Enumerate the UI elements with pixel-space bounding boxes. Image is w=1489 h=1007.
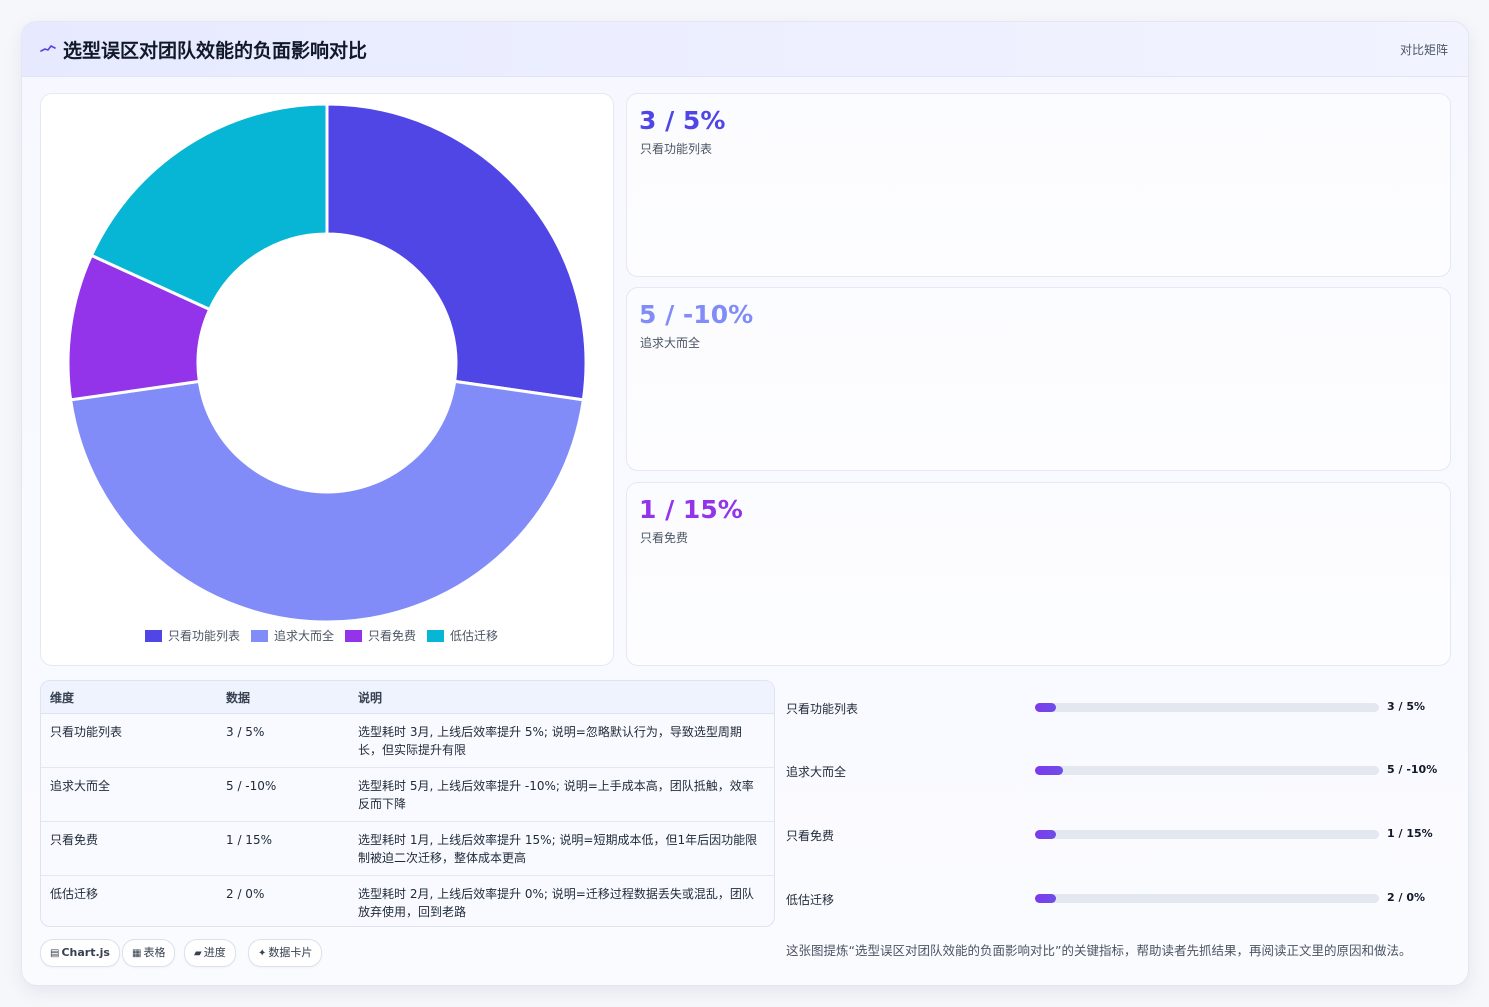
progress-fill	[1035, 894, 1056, 903]
progress-label: 低估迁移	[786, 893, 835, 907]
chip-label: 数据卡片	[268, 946, 313, 959]
chip-progress[interactable]: ▰ 进度	[184, 939, 236, 967]
progress-value: 5 / -10%	[1387, 763, 1438, 776]
progress-fill	[1035, 830, 1056, 839]
legend-label: 只看免费	[368, 628, 416, 643]
doughnut-slice[interactable]	[68, 379, 586, 624]
table-row: 追求大而全 5 / -10% 选型耗时 5月, 上线后效率提升 -10%; 说明…	[41, 767, 774, 822]
legend-label: 追求大而全	[274, 628, 334, 643]
table-row: 低估迁移 2 / 0% 选型耗时 2月, 上线后效率提升 0%; 说明=迁移过程…	[41, 876, 774, 927]
metric-card: 1 / 15% 只看免费	[626, 482, 1451, 666]
card-header: 选型误区对团队效能的负面影响对比 对比矩阵	[22, 22, 1468, 77]
summary-note: 这张图提炼“选型误区对团队效能的负面影响对比”的关键指标，帮助读者先抓结果，再阅…	[786, 943, 1412, 958]
progress-value: 2 / 0%	[1387, 891, 1426, 904]
table-cell: 追求大而全	[41, 767, 217, 822]
metric-value: 1 / 15%	[639, 495, 743, 524]
progress-icon: ▰	[194, 948, 202, 959]
metric-label: 只看免费	[640, 531, 689, 545]
table-header-row: 维度 数据 说明	[41, 681, 774, 714]
progress-label: 追求大而全	[786, 765, 847, 779]
table-cell: 只看功能列表	[41, 713, 217, 768]
doughnut-chart: 只看功能列表 追求大而全 只看免费 低估迁移	[66, 102, 588, 643]
progress-row: 低估迁移 2 / 0%	[786, 890, 1446, 910]
table-cell: 5 / -10%	[217, 767, 349, 822]
dashboard-card: 选型误区对团队效能的负面影响对比 对比矩阵 只看功能列表 追求大而全 只看免费 低估迁…	[21, 21, 1469, 986]
table-cell: 3 / 5%	[217, 713, 349, 768]
metric-card: 5 / -10% 追求大而全	[626, 287, 1451, 471]
metric-value: 3 / 5%	[639, 106, 726, 135]
progress-track	[1035, 703, 1379, 712]
progress-track	[1035, 766, 1379, 775]
chip-chartjs[interactable]: ▤ Chart.js	[40, 939, 120, 967]
progress-value: 3 / 5%	[1387, 700, 1426, 713]
legend-swatch	[145, 630, 162, 642]
metric-label: 只看功能列表	[640, 142, 713, 156]
progress-fill	[1035, 703, 1056, 712]
doughnut-chart-panel: 只看功能列表 追求大而全 只看免费 低估迁移	[40, 93, 614, 666]
table-row: 只看功能列表 3 / 5% 选型耗时 3月, 上线后效率提升 5%; 说明=忽略…	[41, 713, 774, 768]
chip-label: Chart.js	[61, 946, 110, 959]
progress-label: 只看功能列表	[786, 702, 859, 716]
legend-label: 低估迁移	[450, 629, 498, 643]
table-cell: 低估迁移	[50, 887, 99, 901]
table-cell: 1 / 15%	[217, 821, 349, 876]
legend-item[interactable]: 低估迁移	[427, 629, 498, 643]
metric-card: 3 / 5% 只看功能列表	[626, 93, 1451, 277]
page-title: 选型误区对团队效能的负面影响对比	[63, 40, 368, 62]
table-cell: 选型耗时 3月, 上线后效率提升 5%; 说明=忽略默认行为，导致选型周期长，但…	[349, 713, 774, 768]
table-cell: 2 / 0%	[226, 887, 265, 901]
chip-data-card[interactable]: ✦ 数据卡片	[248, 939, 323, 967]
legend-swatch	[345, 630, 362, 642]
table-cell: 只看免费	[41, 821, 217, 876]
doughnut-slice[interactable]	[325, 102, 588, 402]
progress-value: 1 / 15%	[1387, 827, 1433, 840]
progress-label: 只看免费	[786, 829, 835, 843]
legend-swatch	[427, 630, 444, 642]
progress-row: 追求大而全 5 / -10%	[786, 762, 1446, 782]
data-table: 维度 数据 说明 只看功能列表 3 / 5% 选型耗时 3月, 上线后效率提升 …	[40, 680, 775, 927]
progress-row: 只看功能列表 3 / 5%	[786, 699, 1446, 719]
table-cell: 选型耗时 5月, 上线后效率提升 -10%; 说明=上手成本高，团队抵触，效率反…	[349, 767, 774, 822]
legend-item[interactable]: 追求大而全	[251, 628, 334, 643]
table-cell: 选型耗时 1月, 上线后效率提升 15%; 说明=短期成本低，但1年后因功能限制…	[349, 821, 774, 876]
table-cell: 选型耗时 2月, 上线后效率提升 0%; 说明=迁移过程数据丢失或混乱，团队放弃…	[358, 887, 754, 919]
column-header: 说明	[349, 681, 774, 714]
sparkle-icon: ✦	[258, 948, 267, 959]
chip-table[interactable]: ▦ 表格	[122, 939, 176, 967]
legend-label: 只看功能列表	[168, 629, 240, 643]
column-header: 维度	[41, 681, 217, 714]
progress-row: 只看免费 1 / 15%	[786, 826, 1446, 846]
table-row: 只看免费 1 / 15% 选型耗时 1月, 上线后效率提升 15%; 说明=短期…	[41, 821, 774, 876]
metric-label: 追求大而全	[640, 336, 701, 350]
column-header: 数据	[217, 681, 349, 714]
progress-track	[1035, 894, 1379, 903]
progress-fill	[1035, 766, 1063, 775]
pulse-icon	[40, 45, 56, 52]
legend-swatch	[251, 630, 268, 642]
view-tag: 对比矩阵	[1399, 43, 1448, 57]
legend-item[interactable]: 只看功能列表	[145, 629, 240, 643]
chip-label: 表格	[143, 946, 166, 959]
progress-track	[1035, 830, 1379, 839]
metric-value: 5 / -10%	[639, 300, 754, 329]
chart-icon: ▤	[50, 948, 60, 959]
chip-label: 进度	[203, 946, 226, 959]
table-icon: ▦	[132, 948, 142, 959]
legend-item[interactable]: 只看免费	[345, 628, 416, 643]
